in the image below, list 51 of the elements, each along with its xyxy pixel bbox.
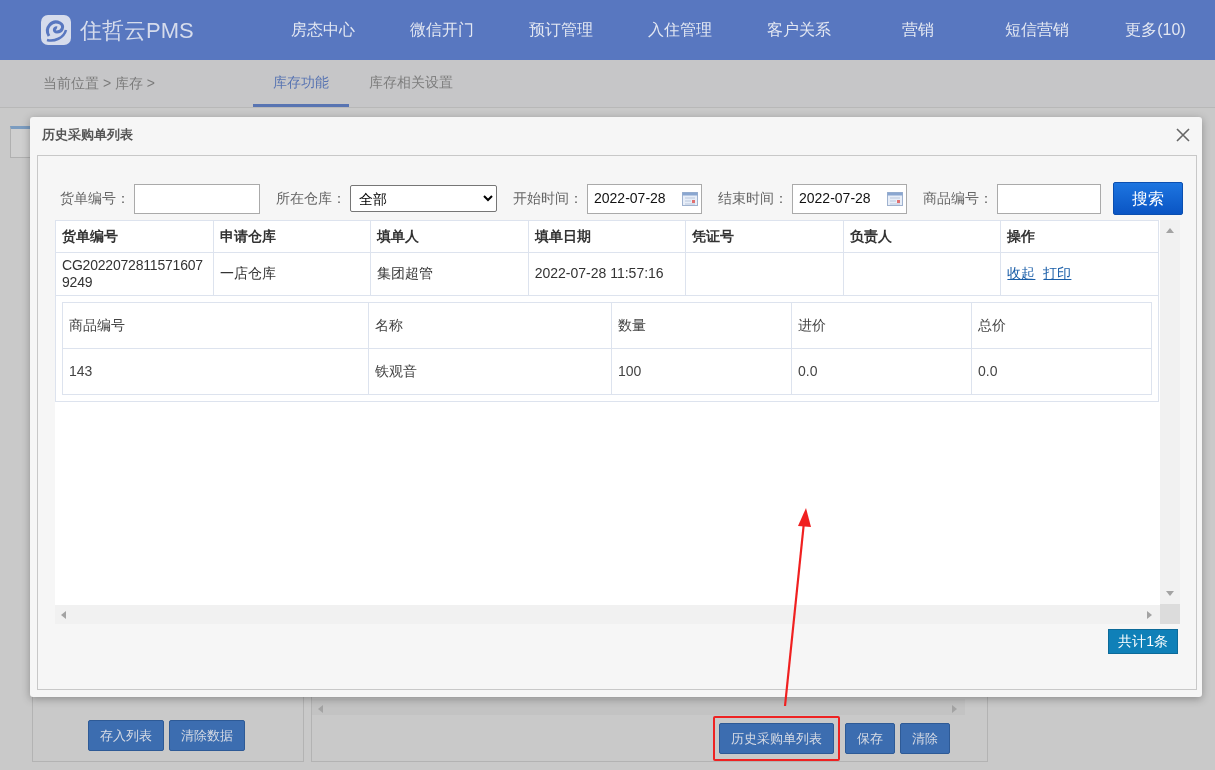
- column-header: 负责人: [843, 220, 1001, 253]
- page-tab[interactable]: 库存相关设置: [349, 60, 473, 107]
- table-cell: CG20220728115716079249: [55, 252, 214, 296]
- action-link[interactable]: 打印: [1043, 265, 1072, 282]
- dialog-title: 历史采购单列表: [42, 126, 133, 145]
- nav-link[interactable]: 客户关系: [739, 18, 858, 42]
- column-header: 凭证号: [685, 220, 844, 253]
- date-field[interactable]: 2022-07-28: [792, 183, 907, 214]
- action-button[interactable]: 历史采购单列表: [719, 722, 834, 754]
- column-header: 名称: [368, 302, 612, 349]
- column-header: 总价: [971, 302, 1152, 349]
- table-cell: 铁观音: [368, 348, 612, 395]
- action-button[interactable]: 保存: [845, 722, 895, 754]
- column-header: 商品编号: [62, 302, 369, 349]
- nav-link[interactable]: 入住管理: [620, 18, 739, 42]
- table-cell: 2022-07-28 11:57:16: [528, 252, 686, 296]
- table-cell: 100: [611, 348, 792, 395]
- field-label: 结束时间：: [718, 189, 788, 208]
- nav-link[interactable]: 预订管理: [501, 18, 620, 42]
- nav-link[interactable]: 更多(10): [1096, 18, 1215, 42]
- breadcrumb: 当前位置 > 库存 >: [43, 74, 157, 93]
- search-button[interactable]: 搜索: [1113, 182, 1183, 215]
- field-label: 货单编号：: [60, 189, 130, 208]
- column-header: 进价: [791, 302, 972, 349]
- logo-text: 住哲云PMS: [80, 16, 194, 45]
- select-field[interactable]: 全部: [350, 185, 497, 212]
- column-header: 填单日期: [528, 220, 686, 253]
- nav-link[interactable]: 营销: [858, 18, 977, 42]
- column-header: 操作: [1000, 220, 1159, 253]
- table-cell: 143: [62, 348, 369, 395]
- field-label: 开始时间：: [513, 189, 583, 208]
- column-header: 货单编号: [55, 220, 214, 253]
- nav-link[interactable]: 短信营销: [977, 18, 1096, 42]
- nav-link[interactable]: 房态中心: [263, 18, 382, 42]
- table-cell: 集团超管: [370, 252, 529, 296]
- nav-link[interactable]: 微信开门: [382, 18, 501, 42]
- table-cell: 一店仓库: [213, 252, 371, 296]
- count-badge: 共计1条: [1108, 629, 1178, 654]
- action-button[interactable]: 清除数据: [169, 719, 245, 751]
- column-header: 填单人: [370, 220, 529, 253]
- date-field[interactable]: 2022-07-28: [587, 183, 702, 214]
- column-header: 数量: [611, 302, 792, 349]
- action-link[interactable]: 收起: [1007, 265, 1036, 282]
- table-cell: 0.0: [791, 348, 972, 395]
- field-label: 商品编号：: [923, 189, 993, 208]
- page-tab[interactable]: 库存功能: [253, 60, 349, 107]
- field-label: 所在仓库：: [276, 189, 346, 208]
- action-button[interactable]: 清除: [900, 722, 950, 754]
- column-header: 申请仓库: [213, 220, 371, 253]
- action-button[interactable]: 存入列表: [88, 719, 164, 751]
- table-cell: 0.0: [971, 348, 1152, 395]
